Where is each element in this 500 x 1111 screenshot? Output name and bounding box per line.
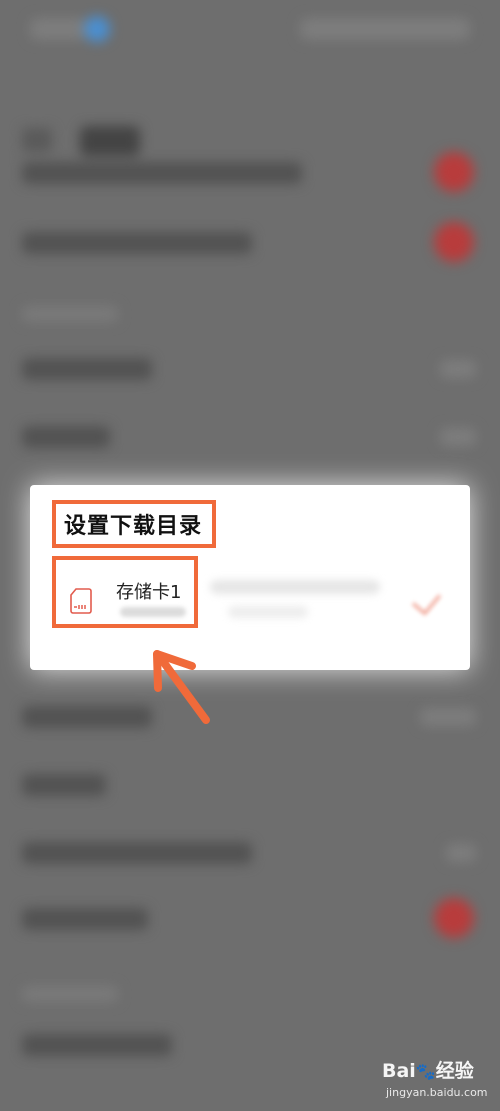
settings-row-value	[420, 708, 476, 726]
arrow-icon	[153, 650, 210, 724]
storage-path-text	[210, 580, 380, 594]
section-header	[22, 986, 118, 1002]
settings-row-label	[22, 774, 106, 796]
settings-row-label	[22, 162, 302, 184]
settings-row-label	[22, 842, 252, 864]
settings-row-label	[22, 426, 110, 448]
toggle-switch[interactable]	[434, 222, 474, 262]
settings-row-value	[446, 844, 476, 862]
dialog-title-highlight: 设置下载目录	[52, 500, 216, 548]
settings-row-label	[22, 232, 252, 254]
status-indicators	[300, 18, 470, 40]
settings-row[interactable]	[0, 752, 500, 818]
app-bar	[0, 60, 500, 156]
sd-card-icon	[70, 588, 92, 614]
status-time	[30, 18, 88, 40]
section-header	[22, 306, 118, 322]
settings-row[interactable]	[0, 336, 500, 402]
storage-path-text	[228, 606, 308, 618]
watermark-logo: Bai🐾经验	[382, 1056, 474, 1083]
settings-row-value	[440, 428, 476, 446]
settings-row[interactable]	[0, 820, 500, 886]
storage-option-subtext	[120, 607, 186, 617]
paw-icon: 🐾	[415, 1062, 436, 1081]
toggle-switch[interactable]	[434, 152, 474, 192]
baidu-jingyan-watermark: Bai🐾经验 jingyan.baidu.com	[382, 1052, 492, 1108]
storage-card-option[interactable]: 存储卡1	[52, 556, 198, 628]
watermark-logo-text: Bai	[382, 1060, 416, 1082]
settings-row[interactable]	[0, 404, 500, 470]
status-bar	[0, 0, 500, 60]
settings-row-label	[22, 706, 152, 728]
storage-option-label: 存储卡1	[116, 582, 182, 603]
toggle-switch[interactable]	[434, 898, 474, 938]
settings-row-label	[22, 908, 148, 930]
settings-row[interactable]	[0, 886, 500, 952]
watermark-logo-suffix: 经验	[435, 1060, 474, 1082]
settings-row-value	[440, 360, 476, 378]
watermark-url: jingyan.baidu.com	[386, 1086, 488, 1099]
settings-row[interactable]	[0, 140, 500, 206]
settings-row[interactable]	[0, 210, 500, 276]
status-notification-icon	[84, 16, 110, 42]
settings-row[interactable]	[0, 684, 500, 750]
settings-row-label	[22, 1034, 172, 1056]
settings-row-label	[22, 358, 152, 380]
dialog-title: 设置下载目录	[64, 514, 203, 539]
